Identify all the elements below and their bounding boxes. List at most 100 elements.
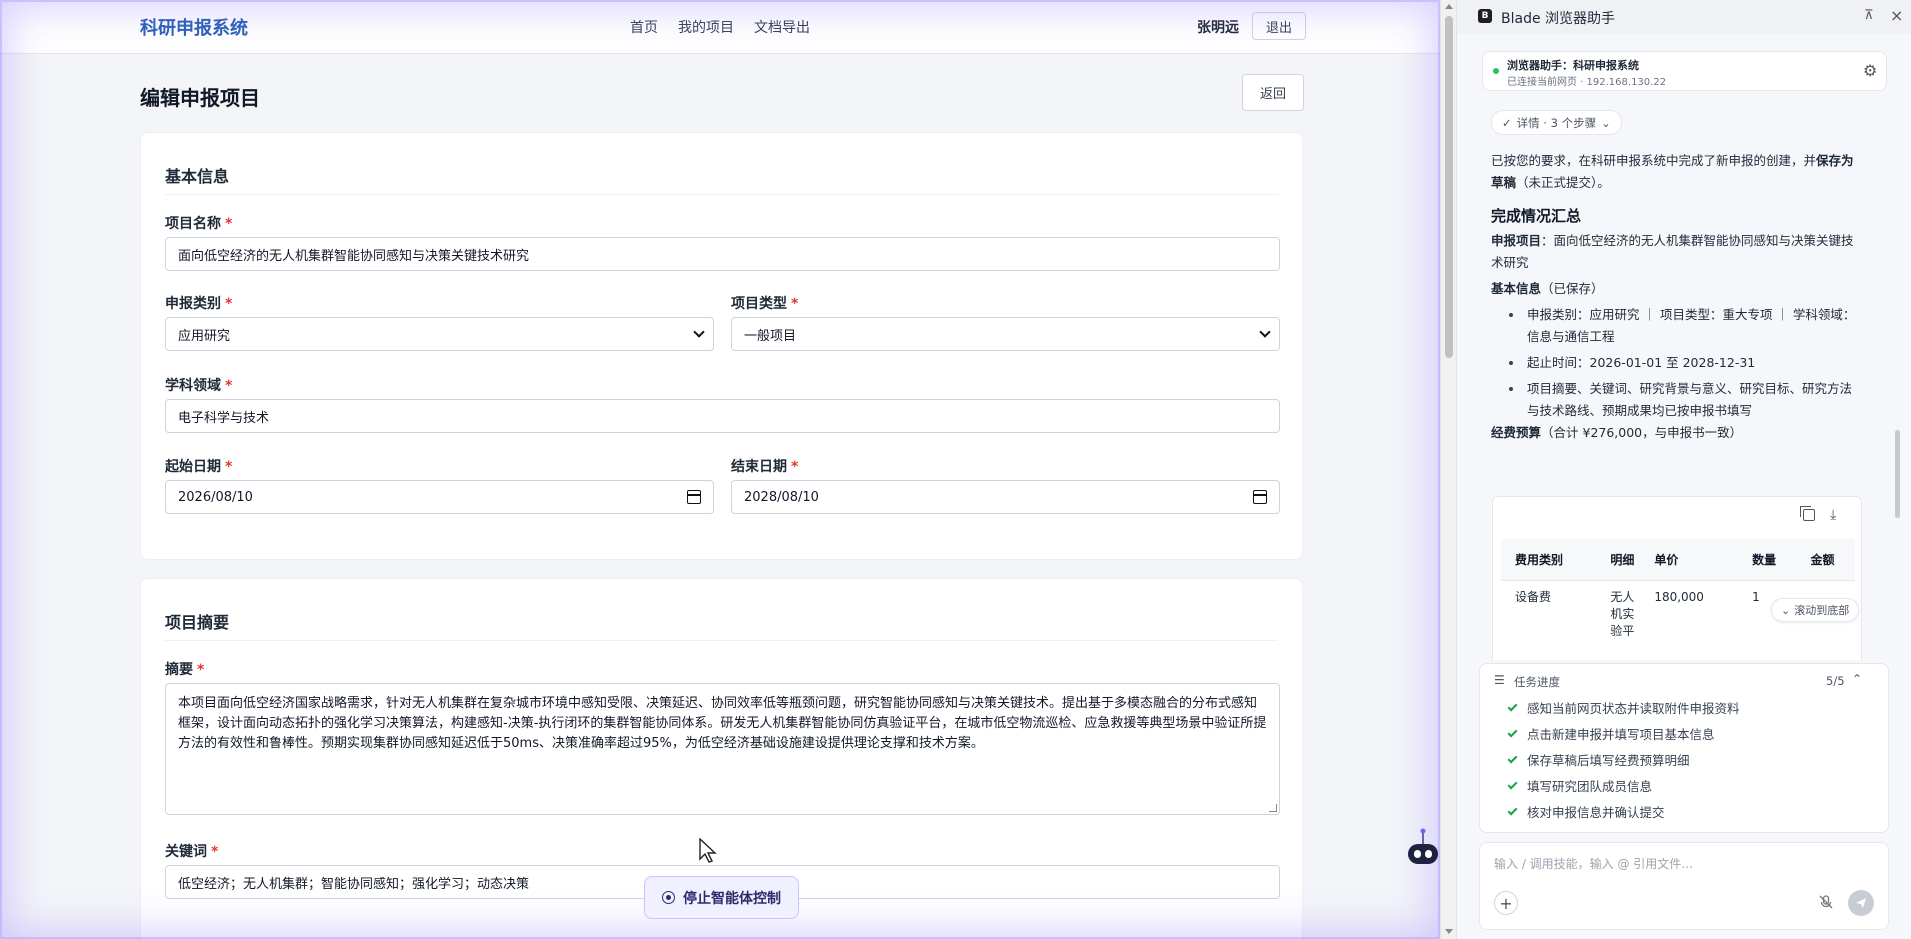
pin-icon[interactable]: ⊼ — [1864, 8, 1874, 23]
chevron-down-icon: ⌄ — [1601, 115, 1611, 130]
details-label: 详情 · 3 个步骤 — [1516, 115, 1597, 130]
required-mark: * — [791, 459, 799, 475]
details-toggle[interactable]: ✓ 详情 · 3 个步骤 ⌄ — [1491, 110, 1622, 135]
connection-card: 浏览器助手：科研申报系统 已连接当前网页 · 192.168.130.22 ⚙ — [1482, 51, 1887, 91]
task-item: 填写研究团队成员信息 — [1507, 776, 1652, 795]
table-header: 费用类别 — [1501, 539, 1597, 581]
scroll-to-bottom-button[interactable]: ⌄ 滚动到底部 — [1771, 598, 1860, 622]
scrollbar-thumb[interactable] — [1445, 16, 1453, 358]
end-date-value: 2028/08/10 — [744, 489, 819, 505]
intro-message: 已按您的要求，在科研申报系统中完成了新申报的创建，并保存为草稿（未正式提交）。 — [1491, 153, 1854, 190]
end-date-input[interactable]: 2028/08/10 — [731, 480, 1280, 514]
discipline-input[interactable]: 电子科学与技术 — [165, 399, 1280, 433]
table-header: 单价 — [1640, 539, 1739, 581]
send-icon — [1856, 898, 1866, 908]
nav-links: 首页 我的项目 文档导出 — [630, 17, 810, 37]
list-item: 申报类别：应用研究 ｜ 项目类型：重大专项 ｜ 学科领域：信息与通信工程 — [1509, 304, 1864, 348]
mouse-cursor-icon — [699, 838, 717, 863]
list-item: 起止时间：2026-01-01 至 2028-12-31 — [1509, 352, 1864, 374]
stop-icon — [662, 891, 675, 904]
page-title: 编辑申报项目 — [140, 86, 260, 110]
table-cell: 无人机实验平 — [1596, 580, 1641, 648]
type-label: 项目类型 * — [731, 296, 799, 312]
table-header: 明细 — [1596, 539, 1641, 581]
budget-table-card: ⤓ 费用类别 明细 单价 数量 金额 设备费 无人机实验平 180,000 1 — [1492, 496, 1862, 660]
budget-line: 经费预算（合计 ¥276,000，与申报书一致） — [1491, 425, 1743, 440]
chat-scrollbar-thumb[interactable] — [1895, 430, 1900, 518]
check-icon: ✓ — [1502, 115, 1512, 130]
back-button[interactable]: 返回 — [1242, 74, 1304, 111]
download-icon[interactable]: ⤓ — [1830, 507, 1836, 523]
end-date-label: 结束日期 * — [731, 459, 799, 475]
stop-agent-label: 停止智能体控制 — [683, 890, 781, 907]
project-line: 申报项目：面向低空经济的无人机集群智能协同感知与决策关键技术研究 — [1491, 233, 1854, 270]
required-mark: * — [225, 216, 233, 232]
basic-info-line: 基本信息（已保存） — [1491, 281, 1604, 296]
nav-doc-export[interactable]: 文档导出 — [754, 17, 810, 37]
start-date-input[interactable]: 2026/08/10 — [165, 480, 714, 514]
close-icon[interactable]: × — [1890, 6, 1903, 25]
chevron-up-icon[interactable]: ⌃ — [1852, 672, 1862, 686]
connection-subtitle: 已连接当前网页 · 192.168.130.22 — [1507, 77, 1667, 88]
start-date-label: 起始日期 * — [165, 459, 233, 475]
status-dot — [1493, 68, 1499, 74]
list-item: 项目摘要、关键词、研究背景与意义、研究目标、研究方法与技术路线、预期成果均已按申… — [1509, 378, 1864, 422]
robot-assistant-icon[interactable] — [1405, 827, 1440, 873]
task-item: 感知当前网页状态并读取附件申报资料 — [1507, 698, 1740, 717]
required-mark: * — [225, 296, 233, 312]
basic-info-card: 基本信息 项目名称 * 面向低空经济的无人机集群智能协同感知与决策关键技术研究 申… — [140, 132, 1303, 560]
table-cell: 180,000 — [1640, 580, 1739, 648]
send-button[interactable] — [1848, 890, 1874, 916]
scroll-down-icon[interactable] — [1445, 929, 1453, 934]
stop-agent-button[interactable]: 停止智能体控制 — [644, 876, 799, 919]
mic-off-icon[interactable] — [1818, 894, 1834, 910]
list-icon: ☰ — [1494, 673, 1505, 687]
calendar-icon[interactable] — [687, 490, 701, 504]
side-panel-header: B Blade 浏览器助手 ⊼ × — [1457, 0, 1911, 34]
project-name-label: 项目名称 * — [165, 216, 233, 232]
required-mark: * — [225, 378, 233, 394]
chevron-down-icon — [1259, 326, 1271, 338]
chat-area: ✓ 详情 · 3 个步骤 ⌄ 已按您的要求，在科研申报系统中完成了新申报的创建，… — [1457, 100, 1911, 660]
task-item: 保存草稿后填写经费预算明细 — [1507, 750, 1690, 769]
blade-logo-icon: B — [1478, 9, 1492, 23]
check-icon — [1507, 779, 1518, 789]
table-header: 金额 — [1796, 539, 1855, 581]
logout-button[interactable]: 退出 — [1252, 12, 1306, 40]
category-label: 申报类别 * — [165, 296, 233, 312]
required-mark: * — [211, 844, 219, 860]
resize-handle-icon[interactable] — [1269, 804, 1277, 812]
basic-info-title: 基本信息 — [165, 167, 230, 186]
type-select-value: 一般项目 — [744, 328, 797, 344]
gear-icon[interactable]: ⚙ — [1863, 61, 1877, 80]
budget-table: 费用类别 明细 单价 数量 金额 设备费 无人机实验平 180,000 1 — [1501, 539, 1855, 648]
tasks-title: 任务进度 — [1514, 675, 1560, 689]
message-input[interactable]: 输入 / 调用技能，输入 @ 引用文件… — [1494, 855, 1693, 872]
brand-logo[interactable]: 科研申报系统 — [140, 14, 248, 40]
abstract-label: 摘要 * — [165, 662, 205, 678]
type-select[interactable]: 一般项目 — [731, 317, 1280, 351]
task-item: 核对申报信息并确认提交 — [1507, 802, 1665, 821]
discipline-label: 学科领域 * — [165, 378, 233, 394]
project-name-input[interactable]: 面向低空经济的无人机集群智能协同感知与决策关键技术研究 — [165, 237, 1280, 271]
tasks-count: 5/5 — [1826, 674, 1845, 688]
table-header: 数量 — [1738, 539, 1797, 581]
category-select-value: 应用研究 — [178, 328, 231, 344]
chevron-down-icon: ⌄ — [1781, 603, 1791, 617]
nav-my-projects[interactable]: 我的项目 — [678, 17, 734, 37]
nav-home[interactable]: 首页 — [630, 17, 658, 37]
scroll-up-icon[interactable] — [1445, 4, 1453, 9]
category-select[interactable]: 应用研究 — [165, 317, 714, 351]
divider — [165, 194, 1278, 195]
keywords-label: 关键词 * — [165, 844, 219, 860]
start-date-value: 2026/08/10 — [178, 489, 253, 505]
page-scrollbar[interactable] — [1440, 0, 1456, 939]
add-attachment-button[interactable]: + — [1494, 891, 1518, 915]
connection-title: 浏览器助手：科研申报系统 — [1507, 59, 1639, 72]
copy-icon[interactable] — [1800, 506, 1815, 521]
abstract-textarea[interactable]: 本项目面向低空经济国家战略需求，针对无人机集群在复杂城市环境中感知受限、决策延迟… — [165, 683, 1280, 815]
calendar-icon[interactable] — [1253, 490, 1267, 504]
required-mark: * — [225, 459, 233, 475]
table-cell: 设备费 — [1501, 580, 1597, 648]
summary-title: 项目摘要 — [165, 613, 230, 632]
